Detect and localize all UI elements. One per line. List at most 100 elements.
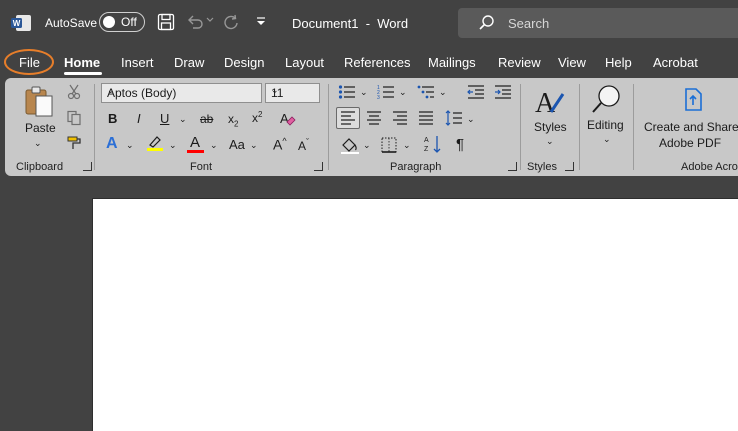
paste-button[interactable]: Paste ⌄ [19,84,59,156]
undo-icon[interactable] [186,13,204,31]
line-spacing-icon[interactable] [445,109,463,127]
shading-icon[interactable] [340,136,360,154]
font-size-dropdown-icon[interactable]: ⌄ [271,85,316,96]
font-name-dropdown-icon[interactable]: ⌄ [107,85,258,96]
styles-group-label: Styles [527,161,557,173]
text-effects-button[interactable]: A [106,135,118,153]
shading-dropdown-icon[interactable]: ⌄ [363,140,371,151]
borders-icon[interactable] [380,136,398,154]
bullets-dropdown-icon[interactable]: ⌄ [360,87,368,98]
decrease-indent-icon[interactable] [467,85,485,99]
justify-icon[interactable] [418,111,434,125]
strikethrough-button[interactable]: ab [200,112,213,126]
change-case-button[interactable]: Aa [229,137,245,152]
styles-label: Styles [534,120,567,134]
underline-dropdown-icon[interactable]: ⌄ [179,114,187,125]
italic-button[interactable]: I [137,111,141,126]
subscript-button[interactable]: x2 [228,112,238,128]
cut-icon[interactable] [67,84,81,100]
tab-layout[interactable]: Layout [285,55,324,70]
toggle-knob [103,16,115,28]
document-page[interactable] [93,199,738,431]
styles-launcher-icon[interactable] [565,162,574,171]
svg-text:A: A [535,88,556,118]
ribbon: Paste ⌄ Clipboard Aptos (Body) ⌄ 11 ⌄ B … [5,78,738,176]
tab-home[interactable]: Home [64,55,100,70]
font-launcher-icon[interactable] [314,162,323,171]
customize-qat-icon[interactable] [255,15,267,27]
font-color-dropdown-icon[interactable]: ⌄ [210,140,218,151]
clipboard-group-label: Clipboard [16,161,64,173]
tab-view[interactable]: View [558,55,586,70]
document-title: Document1 - Word [292,16,409,31]
svg-text:W: W [13,19,21,28]
bold-button[interactable]: B [108,111,117,126]
paragraph-group-label: Paragraph [390,161,442,173]
tab-mailings[interactable]: Mailings [428,55,476,70]
align-left-icon[interactable] [340,111,356,125]
editing-dropdown-icon[interactable]: ⌄ [603,134,611,145]
font-color-button[interactable]: A [190,134,200,151]
sort-icon[interactable]: A Z [423,134,443,154]
group-separator [328,84,329,170]
tab-references[interactable]: References [344,55,410,70]
line-spacing-dropdown-icon[interactable]: ⌄ [467,114,475,125]
multilevel-list-icon[interactable] [417,84,435,100]
styles-dropdown-icon[interactable]: ⌄ [546,136,554,147]
svg-text:A: A [280,111,289,126]
create-share-pdf-button[interactable]: Create and Share Adobe PDF [641,84,738,154]
tab-review[interactable]: Review [498,55,541,70]
tab-design[interactable]: Design [224,55,264,70]
search-icon [479,15,494,30]
font-size-combo[interactable]: 11 ⌄ [265,83,320,103]
tab-file[interactable]: File [19,55,40,70]
group-separator [94,84,95,170]
styles-icon: A [535,88,565,118]
tab-draw[interactable]: Draw [174,55,204,70]
numbering-dropdown-icon[interactable]: ⌄ [399,87,407,98]
increase-indent-icon[interactable] [494,85,512,99]
clipboard-launcher-icon[interactable] [83,162,92,171]
tab-help[interactable]: Help [605,55,632,70]
styles-button[interactable]: A Styles ⌄ [528,84,572,154]
tab-insert[interactable]: Insert [121,55,154,70]
align-right-icon[interactable] [392,111,408,125]
multilevel-list-dropdown-icon[interactable]: ⌄ [439,87,447,98]
editing-button[interactable]: Editing ⌄ [585,84,631,154]
undo-dropdown-icon[interactable] [206,16,214,24]
change-case-dropdown-icon[interactable]: ⌄ [250,140,258,151]
redo-icon[interactable] [222,13,242,33]
shrink-font-a: A [298,139,307,153]
copy-icon[interactable] [66,110,82,126]
home-tab-underline [64,72,102,75]
grow-font-button[interactable]: A^ [273,136,287,153]
shrink-font-mark: ˇ [306,137,310,147]
bullets-icon[interactable] [338,84,356,100]
numbering-icon[interactable]: 1 2 3 [377,84,395,100]
save-icon[interactable] [157,13,175,31]
shrink-font-button[interactable]: Aˇ [298,137,309,153]
underline-button[interactable]: U [160,111,169,126]
font-color-bar [187,150,204,153]
group-separator [520,84,521,170]
superscript-button[interactable]: x2 [252,110,262,125]
highlight-dropdown-icon[interactable]: ⌄ [169,140,177,151]
editing-label: Editing [587,118,624,132]
clear-formatting-icon[interactable]: A [278,110,296,128]
grow-font-mark: ^ [282,136,287,146]
search-box[interactable]: Search [458,8,738,38]
font-name-combo[interactable]: Aptos (Body) ⌄ [101,83,262,103]
autosave-toggle[interactable]: Off [99,12,145,32]
paste-icon [25,86,53,117]
format-painter-icon[interactable] [65,135,83,151]
borders-dropdown-icon[interactable]: ⌄ [403,140,411,151]
svg-text:A: A [424,137,429,144]
title-bar: W AutoSave Off Document1 - Word Search [0,0,738,46]
paragraph-launcher-icon[interactable] [508,162,517,171]
tab-acrobat[interactable]: Acrobat [653,55,698,70]
highlight-icon[interactable] [146,134,164,152]
text-effects-dropdown-icon[interactable]: ⌄ [126,140,134,151]
align-center-icon[interactable] [366,111,382,125]
show-formatting-button[interactable]: ¶ [456,136,464,153]
paste-dropdown-icon[interactable]: ⌄ [34,138,42,149]
